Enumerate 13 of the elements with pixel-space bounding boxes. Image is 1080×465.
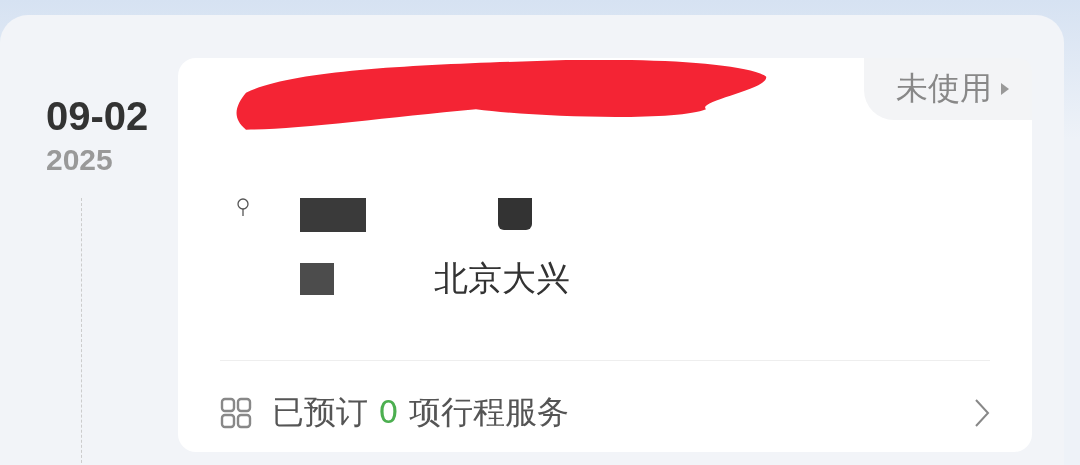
- booking-summary: 已预订 0 项行程服务: [272, 392, 569, 433]
- redaction-block: [300, 263, 334, 295]
- services-row[interactable]: 已预订 0 项行程服务: [220, 360, 990, 435]
- location-name: 北京大兴: [434, 257, 570, 300]
- chevron-right-icon: [974, 398, 990, 428]
- grid-icon: [220, 397, 252, 429]
- location-pin-icon: [236, 198, 250, 218]
- trip-year: 2025: [46, 142, 114, 178]
- trip-date: 09-02: [46, 94, 150, 138]
- trip-card[interactable]: 未使用 北京大兴 已预订 0 项行程服务: [178, 58, 1032, 452]
- redaction-block: [300, 198, 366, 232]
- redaction-block: [498, 198, 532, 230]
- triangle-icon: [1000, 82, 1010, 96]
